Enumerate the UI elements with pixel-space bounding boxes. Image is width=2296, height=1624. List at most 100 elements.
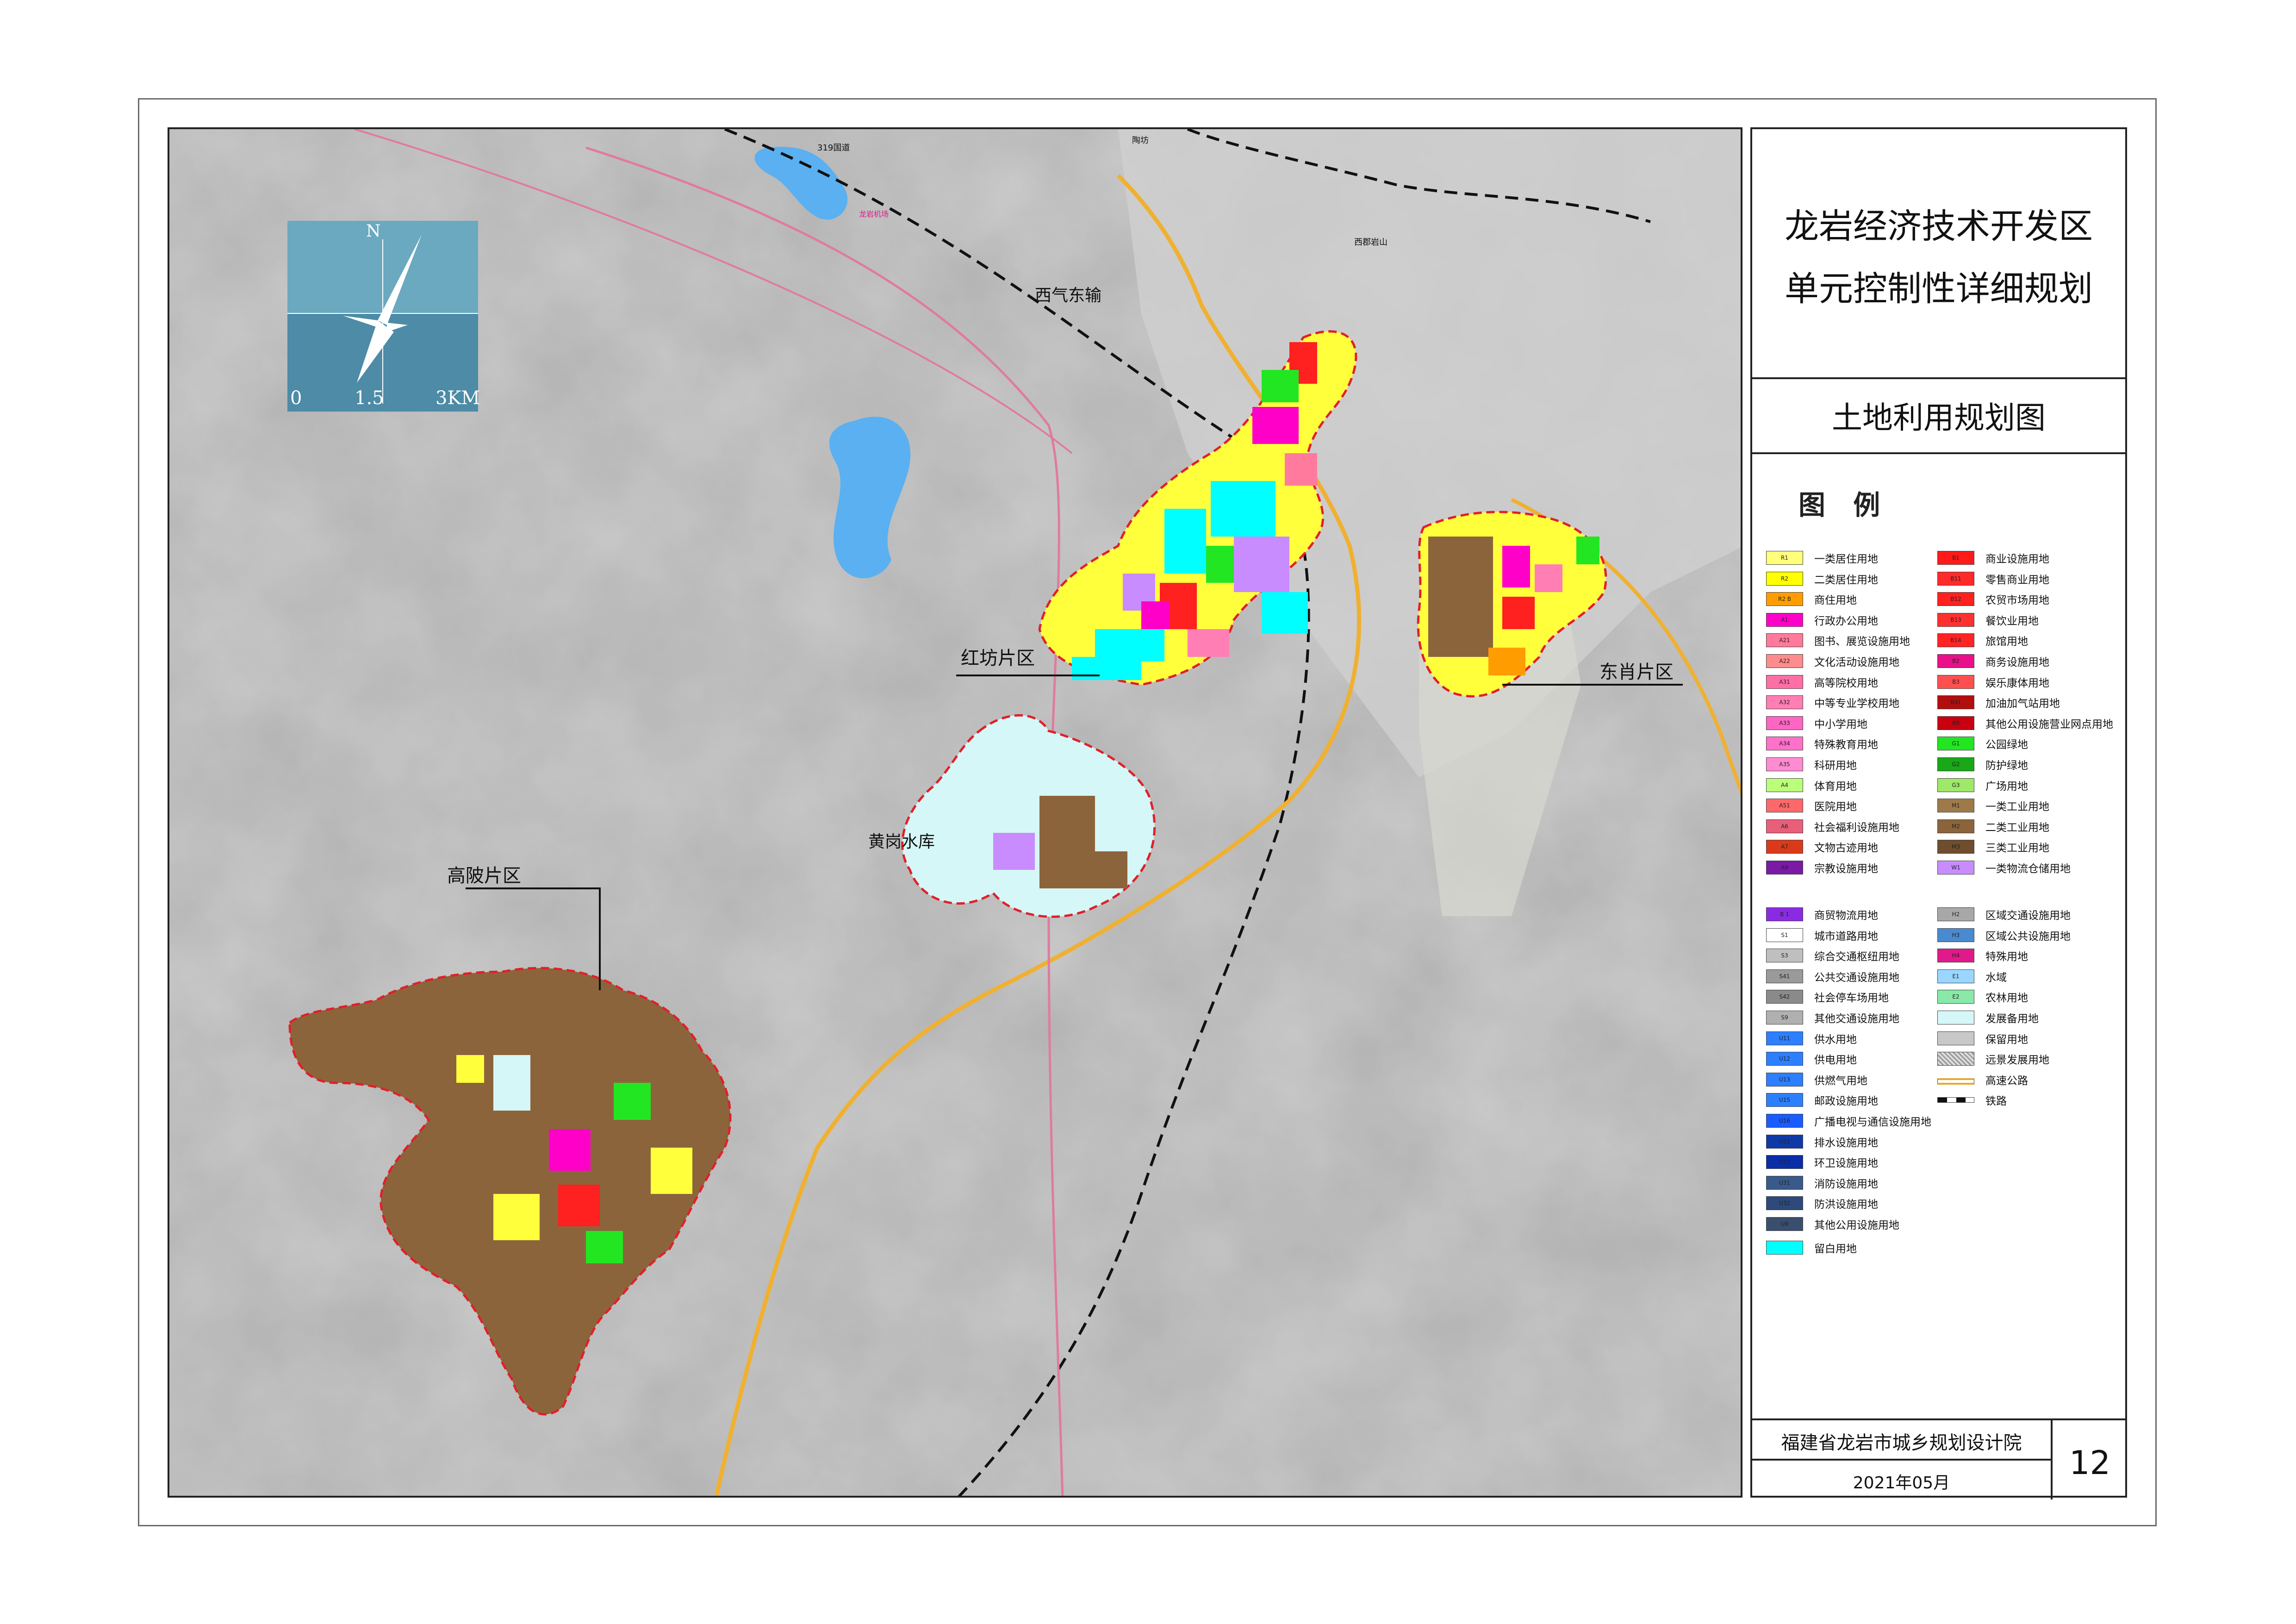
footer-mid-divider bbox=[1752, 1459, 2051, 1461]
legend-item: M3 三类工业用地 bbox=[1937, 839, 2049, 854]
legend-swatch: R1 bbox=[1766, 551, 1803, 565]
legend-swatch: S1 bbox=[1766, 928, 1803, 942]
legend-swatch: B11 bbox=[1937, 571, 1974, 586]
legend-item: R2 B 商住用地 bbox=[1766, 592, 1857, 606]
design-institute: 福建省龙岩市城乡规划设计院 bbox=[1781, 1432, 2022, 1454]
legend-code: R2 bbox=[1781, 575, 1788, 582]
legend-item: A1 行政办公用地 bbox=[1766, 612, 1878, 627]
legend-heading: 图 例 bbox=[1798, 489, 1890, 521]
legend-label: 高等院校用地 bbox=[1814, 677, 1878, 689]
legend-code: U21 bbox=[1779, 1138, 1791, 1145]
legend-swatch: A22 bbox=[1766, 654, 1803, 668]
legend-code: G2 bbox=[1952, 761, 1960, 768]
legend-item: G3 广场用地 bbox=[1937, 778, 2028, 793]
legend-item: A22 文化活动设施用地 bbox=[1766, 654, 1899, 668]
legend-label: 零售商业用地 bbox=[1985, 574, 2049, 586]
legend-item: U15 邮政设施用地 bbox=[1766, 1093, 1878, 1107]
legend-label: 娱乐康体用地 bbox=[1985, 677, 2049, 689]
legend-code: S1 bbox=[1781, 931, 1788, 938]
legend-swatch: U22 bbox=[1766, 1155, 1803, 1169]
scale-mid: 1.5 bbox=[355, 387, 384, 409]
legend-label: 消防设施用地 bbox=[1814, 1178, 1878, 1190]
legend-label: 城市道路用地 bbox=[1814, 930, 1878, 943]
legend-label: 餐饮业用地 bbox=[1985, 615, 2039, 627]
legend-label: 排水设施用地 bbox=[1814, 1137, 1878, 1149]
legend-item: A33 中小学用地 bbox=[1766, 716, 1867, 731]
legend-swatch: B13 bbox=[1937, 612, 1974, 627]
legend-item: B9 其他公用设施营业网点用地 bbox=[1937, 716, 2113, 731]
legend-label: 区域交通设施用地 bbox=[1985, 910, 2071, 922]
legend-label: 综合交通枢纽用地 bbox=[1814, 951, 1899, 963]
legend-swatch: H3 bbox=[1937, 928, 1974, 942]
legend-item: A9 宗教设施用地 bbox=[1766, 860, 1878, 875]
legend-label: 供电用地 bbox=[1814, 1054, 1857, 1067]
legend-item: 发展备用地 bbox=[1937, 1010, 2039, 1025]
legend-code: H2 bbox=[1952, 911, 1960, 918]
legend-swatch bbox=[1937, 1097, 1974, 1103]
scale-zero: 0 bbox=[290, 387, 302, 409]
legend-item: U12 供电用地 bbox=[1766, 1051, 1857, 1066]
legend-swatch bbox=[1937, 1011, 1974, 1024]
compass-rose-icon bbox=[287, 235, 478, 412]
legend-item: U11 供水用地 bbox=[1766, 1031, 1857, 1046]
legend-swatch bbox=[1766, 1240, 1803, 1255]
legend-item: R2 二类居住用地 bbox=[1766, 571, 1878, 586]
legend-item: G2 防护绿地 bbox=[1937, 757, 2028, 772]
legend-label: 体育用地 bbox=[1814, 780, 1857, 793]
legend-item: S3 综合交通枢纽用地 bbox=[1766, 948, 1899, 963]
legend-code: A22 bbox=[1779, 658, 1790, 664]
legend-code: B14 bbox=[1950, 637, 1961, 644]
legend-item: B2 商务设施用地 bbox=[1937, 654, 2049, 668]
legend-swatch: M1 bbox=[1937, 799, 1974, 813]
legend-label: 广场用地 bbox=[1985, 780, 2028, 793]
legend-swatch: S3 bbox=[1766, 949, 1803, 963]
legend-swatch: A7 bbox=[1766, 840, 1803, 854]
legend-code: A6 bbox=[1781, 823, 1788, 830]
legend-code: A1 bbox=[1781, 616, 1788, 623]
legend-label: 邮政设施用地 bbox=[1814, 1095, 1878, 1108]
legend-item: S42 社会停车场用地 bbox=[1766, 989, 1889, 1004]
legend-item: B11 零售商业用地 bbox=[1937, 571, 2049, 586]
legend-label: 农贸市场用地 bbox=[1985, 594, 2049, 607]
legend-swatch: A33 bbox=[1766, 716, 1803, 730]
legend-item: H2 区域交通设施用地 bbox=[1937, 907, 2071, 922]
legend-swatch: W1 bbox=[1937, 861, 1974, 874]
legend-label: 一类居住用地 bbox=[1814, 553, 1878, 565]
legend-code: H4 bbox=[1952, 952, 1960, 959]
legend-swatch: A31 bbox=[1766, 675, 1803, 689]
legend-item: A32 中等专业学校用地 bbox=[1766, 695, 1899, 710]
legend-label: 特殊用地 bbox=[1985, 951, 2028, 963]
legend-code: E2 bbox=[1952, 993, 1960, 1000]
legend-code: A7 bbox=[1781, 843, 1788, 850]
legend-swatch: H2 bbox=[1937, 907, 1974, 921]
legend-label: 水域 bbox=[1985, 971, 2007, 984]
legend-code: B11 bbox=[1950, 575, 1961, 582]
label-dongxiao: 东肖片区 bbox=[1599, 662, 1674, 683]
legend-code: A4 bbox=[1781, 781, 1788, 788]
label-airport: 龙岩机场 bbox=[859, 210, 889, 219]
legend-code: B13 bbox=[1950, 616, 1961, 623]
legend-code: M2 bbox=[1952, 823, 1960, 830]
legend-item: B3 娱乐康体用地 bbox=[1937, 675, 2049, 689]
legend-code: U11 bbox=[1779, 1035, 1791, 1042]
legend-label: 商业设施用地 bbox=[1985, 553, 2049, 565]
legend-code: U16 bbox=[1779, 1118, 1791, 1124]
legend-item: A6 社会福利设施用地 bbox=[1766, 819, 1899, 834]
legend-swatch: B2 bbox=[1937, 654, 1974, 668]
legend-swatch: G1 bbox=[1937, 737, 1974, 751]
legend-swatch: U9 bbox=[1766, 1217, 1803, 1231]
legend-item: H4 特殊用地 bbox=[1937, 948, 2028, 963]
legend-swatch: H4 bbox=[1937, 949, 1974, 963]
legend-swatch: S41 bbox=[1766, 969, 1803, 983]
legend-label: 商贸物流用地 bbox=[1814, 910, 1878, 922]
legend-swatch: G2 bbox=[1937, 757, 1974, 771]
legend-label: 发展备用地 bbox=[1985, 1013, 2039, 1025]
legend-code: W1 bbox=[1951, 864, 1960, 871]
legend-item: U32 防洪设施用地 bbox=[1766, 1196, 1878, 1211]
legend-label: 科研用地 bbox=[1814, 760, 1857, 772]
legend-code: A21 bbox=[1779, 637, 1790, 644]
legend-label: 高速公路 bbox=[1985, 1074, 2028, 1087]
legend-code: B41 bbox=[1950, 699, 1961, 706]
legend-code: B12 bbox=[1950, 596, 1961, 603]
legend-code: U31 bbox=[1779, 1179, 1791, 1186]
